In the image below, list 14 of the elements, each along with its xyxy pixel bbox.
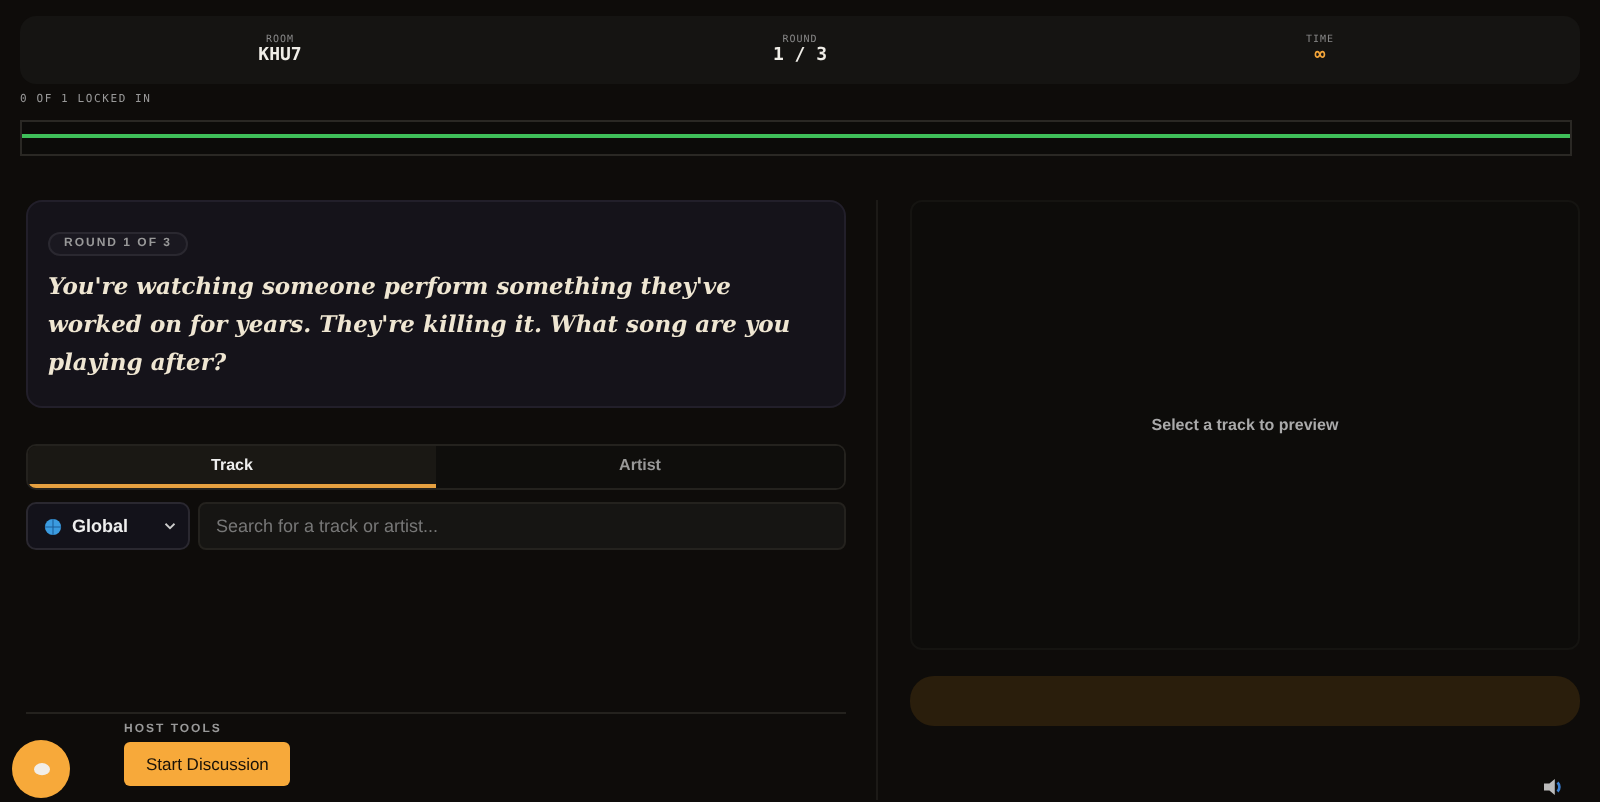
region-select[interactable]: Global: [26, 502, 190, 550]
speaker-icon[interactable]: [1542, 778, 1564, 796]
chat-button[interactable]: [12, 740, 70, 798]
start-discussion-button[interactable]: Start Discussion: [124, 742, 291, 786]
stat-value: ∞: [1314, 46, 1326, 66]
stat-value: KHU7: [258, 46, 302, 66]
tab[interactable]: Track: [28, 446, 436, 488]
search-field[interactable]: Search for a track or artist...: [198, 502, 846, 550]
globe-icon: [44, 517, 62, 535]
empty-message: Select a track to preview: [1151, 416, 1339, 434]
chat-icon: [31, 761, 51, 777]
question-text: You're watching someone perform something they've worked on for years. They're killing it. What song are you playing after?: [48, 270, 793, 380]
stat-value: 1 / 3: [772, 46, 828, 66]
chevron-icon: [164, 522, 176, 530]
